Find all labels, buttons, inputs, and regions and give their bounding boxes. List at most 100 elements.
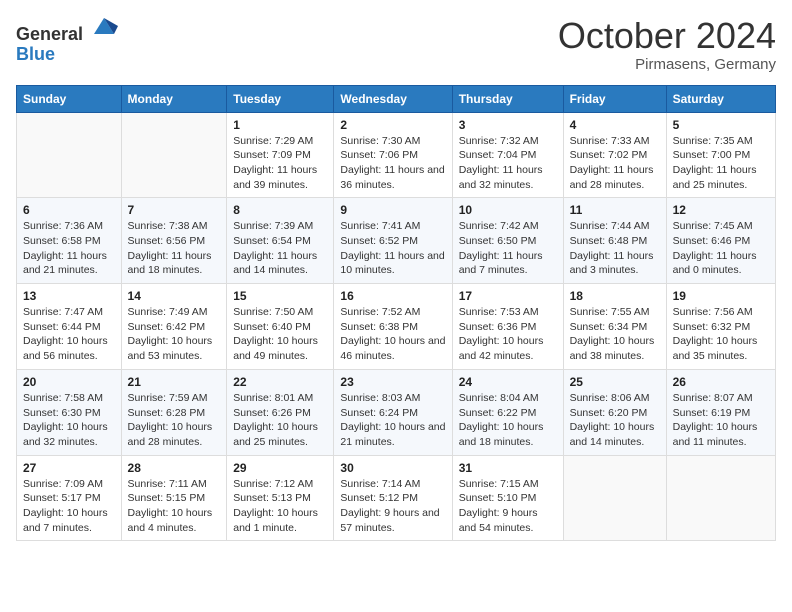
day-info: Sunrise: 8:04 AMSunset: 6:22 PMDaylight:…	[459, 391, 557, 450]
calendar-cell: 22 Sunrise: 8:01 AMSunset: 6:26 PMDayligh…	[227, 369, 334, 455]
day-number: 9	[340, 203, 445, 217]
calendar-cell: 8 Sunrise: 7:39 AMSunset: 6:54 PMDaylight…	[227, 198, 334, 284]
calendar-location: Pirmasens, Germany	[558, 56, 776, 73]
calendar-cell: 26 Sunrise: 8:07 AMSunset: 6:19 PMDayligh…	[666, 369, 775, 455]
calendar-cell: 13 Sunrise: 7:47 AMSunset: 6:44 PMDayligh…	[17, 284, 122, 370]
calendar-cell: 25 Sunrise: 8:06 AMSunset: 6:20 PMDayligh…	[563, 369, 666, 455]
day-number: 13	[23, 289, 115, 303]
calendar-week-3: 13 Sunrise: 7:47 AMSunset: 6:44 PMDayligh…	[17, 284, 776, 370]
day-info: Sunrise: 7:39 AMSunset: 6:54 PMDaylight:…	[233, 219, 327, 278]
day-info: Sunrise: 7:55 AMSunset: 6:34 PMDaylight:…	[570, 305, 660, 364]
day-info: Sunrise: 7:50 AMSunset: 6:40 PMDaylight:…	[233, 305, 327, 364]
day-number: 28	[128, 461, 221, 475]
day-number: 25	[570, 375, 660, 389]
day-number: 2	[340, 118, 445, 132]
day-info: Sunrise: 7:14 AMSunset: 5:12 PMDaylight:…	[340, 477, 445, 536]
calendar-cell: 15 Sunrise: 7:50 AMSunset: 6:40 PMDayligh…	[227, 284, 334, 370]
day-number: 6	[23, 203, 115, 217]
calendar-cell	[17, 112, 122, 198]
day-number: 1	[233, 118, 327, 132]
day-info: Sunrise: 7:42 AMSunset: 6:50 PMDaylight:…	[459, 219, 557, 278]
calendar-cell: 2 Sunrise: 7:30 AMSunset: 7:06 PMDaylight…	[334, 112, 452, 198]
calendar-cell: 19Sunrise: 7:56 AMSunset: 6:32 PMDayligh…	[666, 284, 775, 370]
day-info: Sunrise: 7:47 AMSunset: 6:44 PMDaylight:…	[23, 305, 115, 364]
calendar-cell: 7 Sunrise: 7:38 AMSunset: 6:56 PMDaylight…	[121, 198, 227, 284]
day-number: 20	[23, 375, 115, 389]
calendar-cell: 24Sunrise: 8:04 AMSunset: 6:22 PMDayligh…	[452, 369, 563, 455]
calendar-cell: 10 Sunrise: 7:42 AMSunset: 6:50 PMDayligh…	[452, 198, 563, 284]
day-number: 3	[459, 118, 557, 132]
day-number: 5	[673, 118, 769, 132]
calendar-cell: 30 Sunrise: 7:14 AMSunset: 5:12 PMDayligh…	[334, 455, 452, 541]
logo-blue: Blue	[16, 44, 55, 64]
calendar-cell: 12Sunrise: 7:45 AMSunset: 6:46 PMDayligh…	[666, 198, 775, 284]
calendar-cell: 28 Sunrise: 7:11 AMSunset: 5:15 PMDayligh…	[121, 455, 227, 541]
calendar-title: October 2024	[558, 16, 776, 56]
calendar-cell: 3 Sunrise: 7:32 AMSunset: 7:04 PMDaylight…	[452, 112, 563, 198]
day-info: Sunrise: 7:53 AMSunset: 6:36 PMDaylight:…	[459, 305, 557, 364]
calendar-cell: 16 Sunrise: 7:52 AMSunset: 6:38 PMDayligh…	[334, 284, 452, 370]
header-thursday: Thursday	[452, 85, 563, 112]
day-number: 22	[233, 375, 327, 389]
title-block: October 2024 Pirmasens, Germany	[558, 16, 776, 73]
day-info: Sunrise: 7:45 AMSunset: 6:46 PMDaylight:…	[673, 219, 769, 278]
day-info: Sunrise: 7:52 AMSunset: 6:38 PMDaylight:…	[340, 305, 445, 364]
calendar-cell: 20Sunrise: 7:58 AMSunset: 6:30 PMDayligh…	[17, 369, 122, 455]
calendar-header-row: SundayMondayTuesdayWednesdayThursdayFrid…	[17, 85, 776, 112]
day-info: Sunrise: 8:01 AMSunset: 6:26 PMDaylight:…	[233, 391, 327, 450]
day-number: 8	[233, 203, 327, 217]
header-friday: Friday	[563, 85, 666, 112]
day-info: Sunrise: 7:09 AMSunset: 5:17 PMDaylight:…	[23, 477, 115, 536]
day-number: 17	[459, 289, 557, 303]
calendar-cell: 4 Sunrise: 7:33 AMSunset: 7:02 PMDaylight…	[563, 112, 666, 198]
day-info: Sunrise: 7:38 AMSunset: 6:56 PMDaylight:…	[128, 219, 221, 278]
day-info: Sunrise: 7:49 AMSunset: 6:42 PMDaylight:…	[128, 305, 221, 364]
day-number: 7	[128, 203, 221, 217]
day-number: 27	[23, 461, 115, 475]
day-number: 30	[340, 461, 445, 475]
calendar-cell: 5 Sunrise: 7:35 AMSunset: 7:00 PMDaylight…	[666, 112, 775, 198]
day-number: 4	[570, 118, 660, 132]
logo-general: General	[16, 24, 83, 44]
day-info: Sunrise: 8:07 AMSunset: 6:19 PMDaylight:…	[673, 391, 769, 450]
day-info: Sunrise: 7:33 AMSunset: 7:02 PMDaylight:…	[570, 134, 660, 193]
day-info: Sunrise: 7:44 AMSunset: 6:48 PMDaylight:…	[570, 219, 660, 278]
calendar-cell	[666, 455, 775, 541]
header-wednesday: Wednesday	[334, 85, 452, 112]
day-number: 26	[673, 375, 769, 389]
day-info: Sunrise: 7:15 AMSunset: 5:10 PMDaylight:…	[459, 477, 557, 536]
day-info: Sunrise: 8:06 AMSunset: 6:20 PMDaylight:…	[570, 391, 660, 450]
calendar-week-4: 20Sunrise: 7:58 AMSunset: 6:30 PMDayligh…	[17, 369, 776, 455]
day-info: Sunrise: 7:11 AMSunset: 5:15 PMDaylight:…	[128, 477, 221, 536]
day-info: Sunrise: 7:36 AMSunset: 6:58 PMDaylight:…	[23, 219, 115, 278]
calendar-cell: 29Sunrise: 7:12 AMSunset: 5:13 PMDayligh…	[227, 455, 334, 541]
page-header: General Blue October 2024 Pirmasens, Ger…	[16, 16, 776, 73]
calendar-cell: 31 Sunrise: 7:15 AMSunset: 5:10 PMDayligh…	[452, 455, 563, 541]
day-number: 15	[233, 289, 327, 303]
logo: General Blue	[16, 16, 118, 65]
calendar-cell: 6 Sunrise: 7:36 AMSunset: 6:58 PMDaylight…	[17, 198, 122, 284]
day-number: 10	[459, 203, 557, 217]
day-number: 16	[340, 289, 445, 303]
day-info: Sunrise: 7:35 AMSunset: 7:00 PMDaylight:…	[673, 134, 769, 193]
calendar-week-1: 1 Sunrise: 7:29 AMSunset: 7:09 PMDaylight…	[17, 112, 776, 198]
day-number: 21	[128, 375, 221, 389]
day-info: Sunrise: 7:29 AMSunset: 7:09 PMDaylight:…	[233, 134, 327, 193]
calendar-cell	[121, 112, 227, 198]
day-number: 11	[570, 203, 660, 217]
calendar-cell: 9Sunrise: 7:41 AMSunset: 6:52 PMDaylight…	[334, 198, 452, 284]
calendar-week-2: 6 Sunrise: 7:36 AMSunset: 6:58 PMDaylight…	[17, 198, 776, 284]
header-monday: Monday	[121, 85, 227, 112]
day-info: Sunrise: 7:30 AMSunset: 7:06 PMDaylight:…	[340, 134, 445, 193]
calendar-cell: 17 Sunrise: 7:53 AMSunset: 6:36 PMDayligh…	[452, 284, 563, 370]
calendar-table: SundayMondayTuesdayWednesdayThursdayFrid…	[16, 85, 776, 542]
day-info: Sunrise: 7:32 AMSunset: 7:04 PMDaylight:…	[459, 134, 557, 193]
day-info: Sunrise: 7:12 AMSunset: 5:13 PMDaylight:…	[233, 477, 327, 536]
header-tuesday: Tuesday	[227, 85, 334, 112]
calendar-cell: 18 Sunrise: 7:55 AMSunset: 6:34 PMDayligh…	[563, 284, 666, 370]
day-number: 31	[459, 461, 557, 475]
day-number: 18	[570, 289, 660, 303]
day-info: Sunrise: 7:56 AMSunset: 6:32 PMDaylight:…	[673, 305, 769, 364]
day-info: Sunrise: 8:03 AMSunset: 6:24 PMDaylight:…	[340, 391, 445, 450]
day-number: 23	[340, 375, 445, 389]
